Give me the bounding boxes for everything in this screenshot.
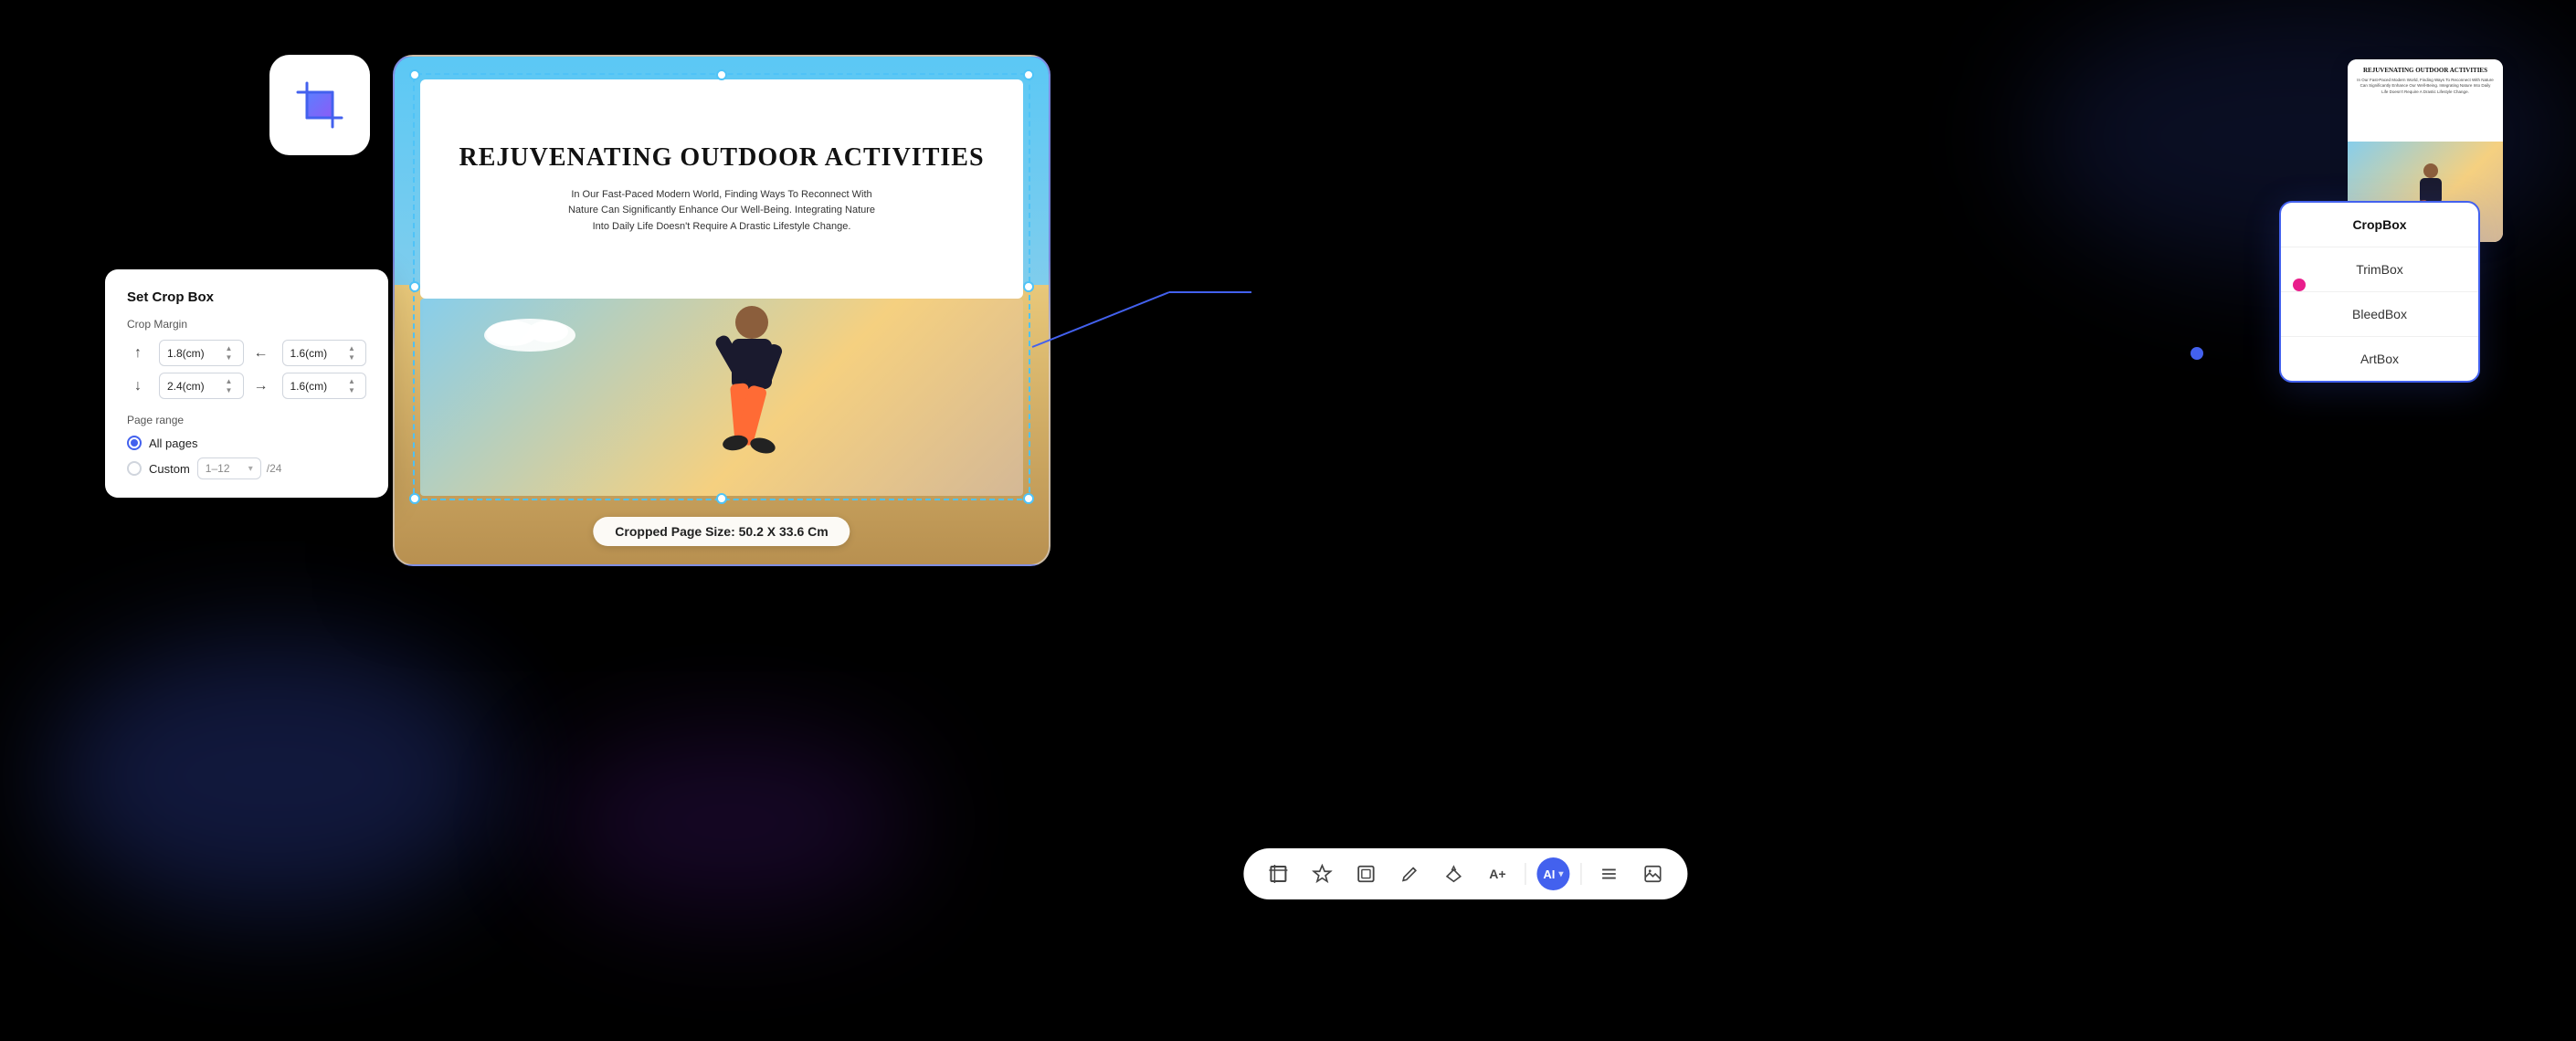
pdf-document-title: REJUVENATING OUTDOOR ACTIVITIES — [459, 143, 984, 173]
right-margin-icon: → — [250, 375, 272, 397]
cloud-svg — [475, 308, 585, 353]
cropbox-option-cropbox[interactable]: CropBox — [2281, 203, 2478, 247]
person-figure-svg — [688, 299, 816, 468]
frame-toolbar-button[interactable] — [1349, 857, 1382, 890]
custom-range-row: 1–12 ▾ /24 — [197, 457, 282, 479]
right-margin-input[interactable]: 1.6(cm) ▲ ▼ — [282, 373, 367, 399]
top-margin-stepper[interactable]: ▲ ▼ — [223, 344, 236, 362]
pink-connector-dot — [2293, 279, 2306, 291]
set-crop-box-panel: Set Crop Box Crop Margin ↑ 1.8(cm) ▲ ▼ ←… — [105, 269, 388, 498]
crop-margin-label: Crop Margin — [127, 318, 366, 331]
crop-icon-card — [269, 55, 370, 155]
all-pages-radio-button[interactable] — [127, 436, 142, 450]
top-margin-value: 1.8(cm) — [167, 347, 223, 360]
pdf-content-area: REJUVENATING OUTDOOR ACTIVITIES In Our F… — [420, 79, 1023, 299]
left-margin-down[interactable]: ▼ — [345, 353, 358, 362]
top-margin-up[interactable]: ▲ — [223, 344, 236, 352]
all-pages-radio-row[interactable]: All pages — [127, 436, 366, 450]
bottom-margin-up[interactable]: ▲ — [223, 377, 236, 385]
top-margin-icon: ↑ — [127, 342, 149, 364]
top-margin-down[interactable]: ▼ — [223, 353, 236, 362]
cropbox-type-panel: CropBox TrimBox BleedBox ArtBox — [2279, 201, 2480, 383]
bottom-margin-input[interactable]: 2.4(cm) ▲ ▼ — [159, 373, 244, 399]
right-margin-stepper[interactable]: ▲ ▼ — [345, 377, 358, 394]
pdf-document-subtitle: In Our Fast-Paced Modern World, Finding … — [566, 187, 877, 236]
crop-toolbar-button[interactable] — [1262, 857, 1294, 890]
toolbar-divider — [1525, 863, 1526, 885]
custom-label: Custom — [149, 462, 190, 476]
toolbar-divider-2 — [1580, 863, 1581, 885]
cropbox-option-trimbox[interactable]: TrimBox — [2281, 247, 2478, 292]
cropbox-option-bleedbox[interactable]: BleedBox — [2281, 292, 2478, 337]
left-margin-stepper[interactable]: ▲ ▼ — [345, 344, 358, 362]
text-plus-toolbar-button[interactable]: A+ — [1481, 857, 1514, 890]
toolbar: A+ AI ▾ — [1243, 848, 1687, 899]
pdf-photo-area — [420, 299, 1023, 496]
cropbox-option-artbox[interactable]: ArtBox — [2281, 337, 2478, 381]
custom-radio-button[interactable] — [127, 461, 142, 476]
right-margin-value: 1.6(cm) — [290, 380, 346, 393]
bottom-margin-icon: ↓ — [127, 375, 149, 397]
edit-toolbar-button[interactable] — [1393, 857, 1426, 890]
left-margin-input[interactable]: 1.6(cm) ▲ ▼ — [282, 340, 367, 366]
thumbnail-white-area: REJUVENATING OUTDOOR ACTIVITIES In Our F… — [2348, 59, 2503, 142]
right-margin-down[interactable]: ▼ — [345, 386, 358, 394]
list-toolbar-button[interactable] — [1592, 857, 1625, 890]
bottom-margin-stepper[interactable]: ▲ ▼ — [223, 377, 236, 394]
brush-toolbar-button[interactable] — [1437, 857, 1470, 890]
margin-grid: ↑ 1.8(cm) ▲ ▼ ← 1.6(cm) ▲ ▼ ↓ 2.4(cm) — [127, 340, 366, 399]
thumbnail-subtitle: In Our Fast-Paced Modern World, Finding … — [2357, 78, 2494, 95]
main-scene: REJUVENATING OUTDOOR ACTIVITIES In Our F… — [0, 0, 2576, 1041]
ai-toolbar-button[interactable]: AI ▾ — [1536, 857, 1569, 890]
blue-connector-dot — [2191, 347, 2203, 360]
crop-tool-icon — [290, 76, 349, 134]
custom-radio-row[interactable]: Custom 1–12 ▾ /24 — [127, 457, 366, 479]
left-margin-up[interactable]: ▲ — [345, 344, 358, 352]
image-toolbar-button[interactable] — [1636, 857, 1669, 890]
page-range-label: Page range — [127, 414, 366, 426]
star-toolbar-button[interactable] — [1305, 857, 1338, 890]
panel-title: Set Crop Box — [127, 289, 366, 305]
all-pages-label: All pages — [149, 436, 197, 450]
right-margin-up[interactable]: ▲ — [345, 377, 358, 385]
custom-range-input[interactable]: 1–12 ▾ — [197, 457, 261, 479]
bottom-margin-down[interactable]: ▼ — [223, 386, 236, 394]
thumbnail-title: REJUVENATING OUTDOOR ACTIVITIES — [2357, 67, 2494, 74]
left-margin-icon: ← — [250, 342, 272, 364]
custom-range-chevron: ▾ — [248, 464, 253, 474]
custom-range-value: 1–12 — [206, 462, 230, 475]
cropped-size-label: Cropped Page Size: 50.2 X 33.6 Cm — [593, 517, 850, 546]
pdf-preview-card: REJUVENATING OUTDOOR ACTIVITIES In Our F… — [393, 55, 1050, 566]
top-margin-input[interactable]: 1.8(cm) ▲ ▼ — [159, 340, 244, 366]
total-pages: /24 — [267, 462, 282, 475]
ai-chevron-icon: ▾ — [1558, 869, 1563, 879]
bottom-margin-value: 2.4(cm) — [167, 380, 223, 393]
left-margin-value: 1.6(cm) — [290, 347, 346, 360]
radio-group: All pages Custom 1–12 ▾ /24 — [127, 436, 366, 479]
